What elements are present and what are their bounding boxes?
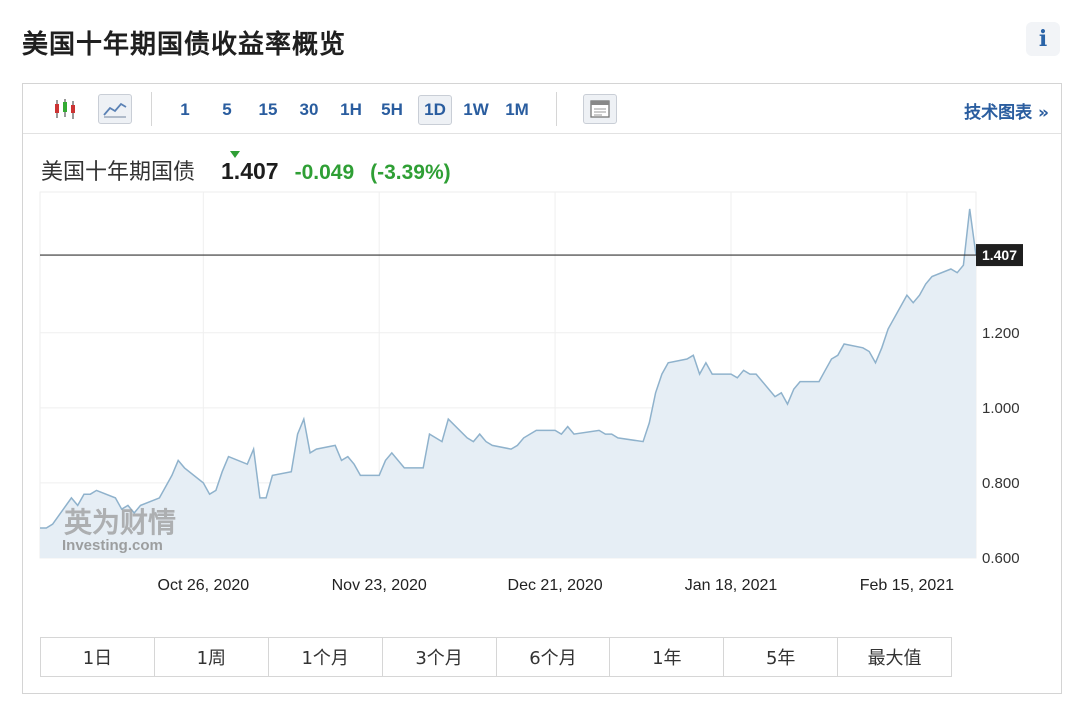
range-max[interactable]: 最大值 [838,638,951,676]
x-tick-label: Jan 18, 2021 [685,577,778,594]
x-tick-label: Oct 26, 2020 [158,577,250,594]
watermark-text: Investing.com [62,537,163,554]
price-change: -0.049 [294,161,355,184]
range-1d[interactable]: 1日 [41,638,155,676]
price-change-percent: (-3.39%) [370,161,451,184]
info-icon: i [1038,26,1048,52]
quote-header: 美国十年期国债 1.407 -0.049 (-3.39%) [41,154,451,186]
range-1y[interactable]: 1年 [610,638,725,676]
instrument-name: 美国十年期国债 [41,160,196,185]
x-tick-label: Nov 23, 2020 [332,577,427,594]
range-1w[interactable]: 1周 [155,638,269,676]
watermark-logo: 英为财情 [64,506,176,539]
range-1m[interactable]: 1个月 [269,638,383,676]
range-6m[interactable]: 6个月 [497,638,611,676]
range-selector: 1日 1周 1个月 3个月 6个月 1年 5年 最大值 [40,637,952,677]
x-tick-label: Dec 21, 2020 [508,577,603,594]
down-arrow-icon [230,151,240,158]
chart-panel: 1 5 15 30 1H 5H 1D 1W 1M 技术图表 » 1.407 0.6… [22,83,1062,694]
range-5y[interactable]: 5年 [724,638,839,676]
y-tick-label: 0.600 [982,550,1020,567]
range-3m[interactable]: 3个月 [383,638,497,676]
x-tick-label: Feb 15, 2021 [860,577,954,594]
current-price-label: 1.407 [982,247,1017,263]
y-tick-label: 1.000 [982,400,1020,417]
info-button[interactable]: i [1026,22,1060,56]
last-price: 1.407 [221,158,279,184]
y-tick-label: 0.800 [982,475,1020,492]
page-title: 美国十年期国债收益率概览 [22,30,347,60]
y-tick-label: 1.200 [982,325,1020,342]
